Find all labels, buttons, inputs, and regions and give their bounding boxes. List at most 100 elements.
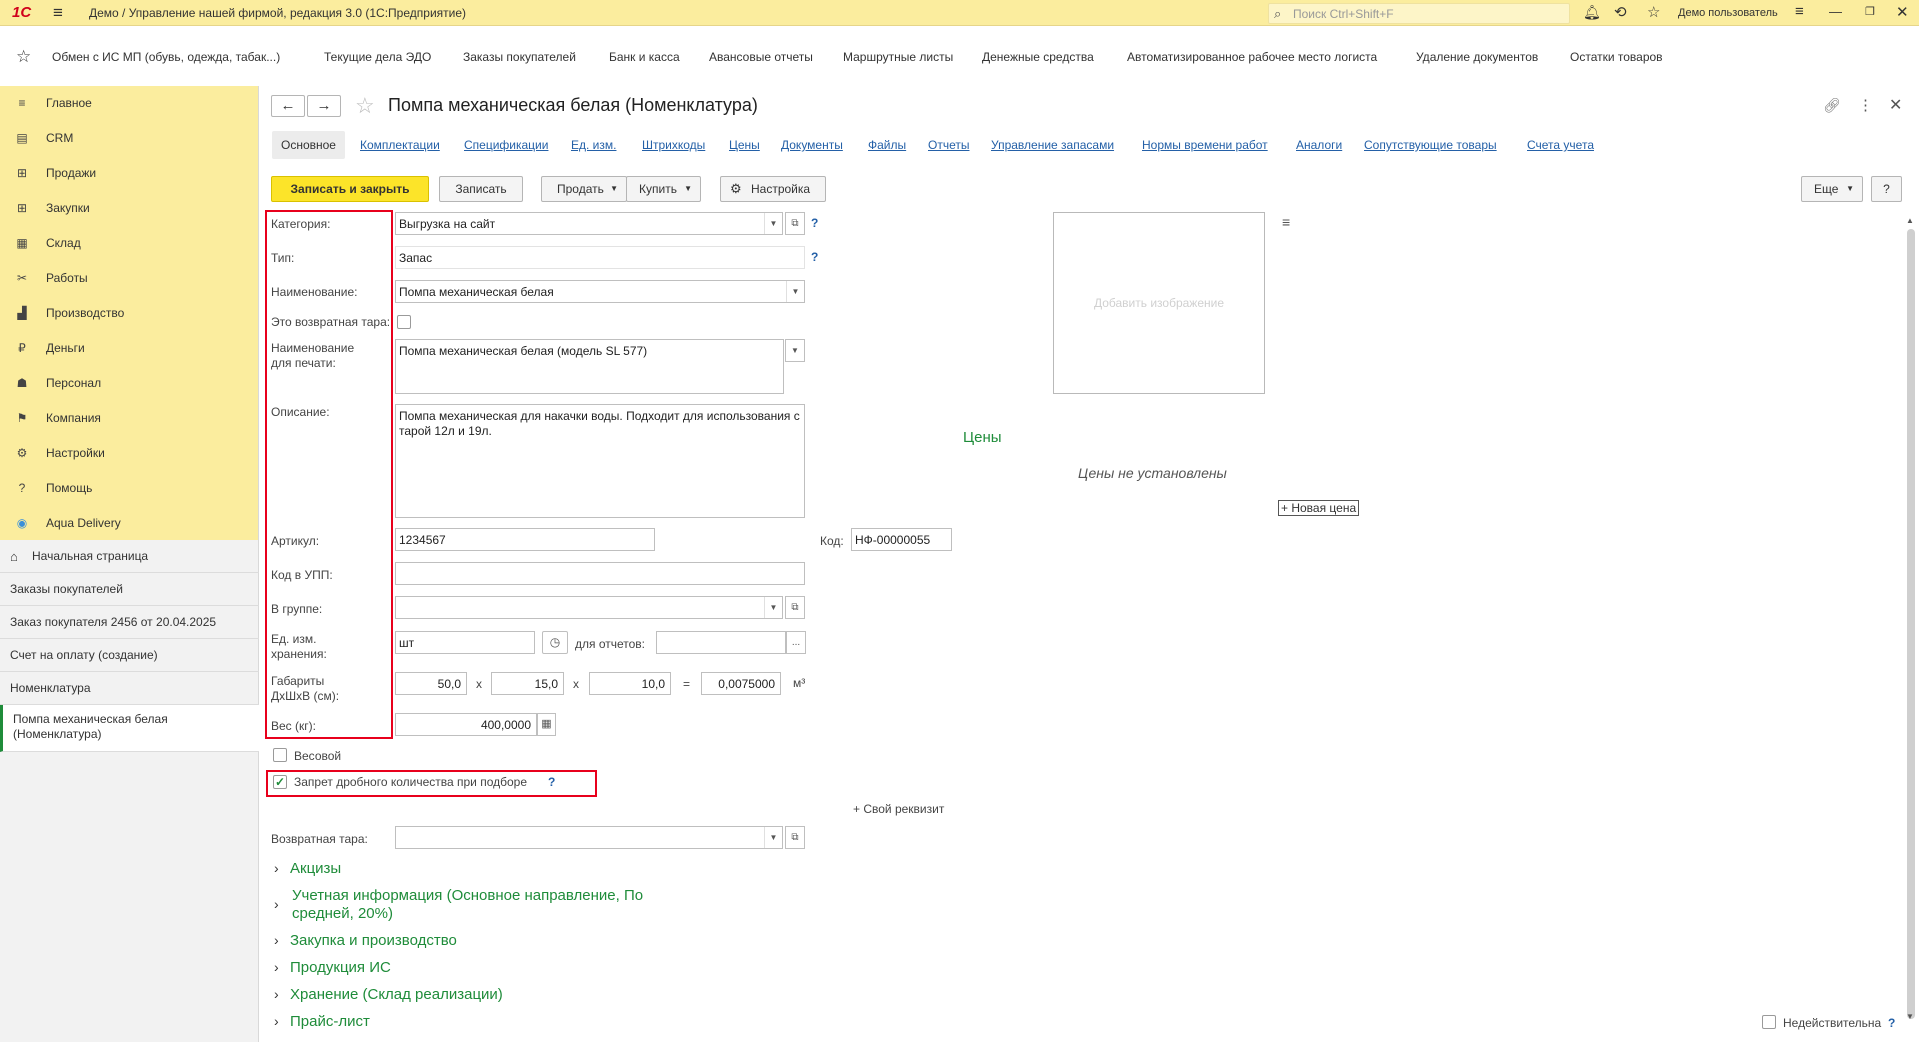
tab-accounts[interactable]: Счета учета: [1527, 138, 1594, 152]
fav-item[interactable]: Авансовые отчеты: [709, 50, 813, 64]
inactive-checkbox[interactable]: [1762, 1015, 1776, 1029]
name-field[interactable]: Помпа механическая белая ▼: [395, 280, 805, 303]
open-icon[interactable]: ⧉: [785, 596, 805, 619]
help-link[interactable]: ?: [811, 250, 818, 264]
link-icon[interactable]: 🔗︎: [1823, 97, 1841, 114]
save-and-close-button[interactable]: Записать и закрыть: [271, 176, 429, 202]
image-placeholder[interactable]: Добавить изображение: [1053, 212, 1265, 394]
category-field[interactable]: Выгрузка на сайт ▼: [395, 212, 783, 235]
open-item[interactable]: Счет на оплату (создание): [0, 639, 259, 672]
tab-units[interactable]: Ед. изм.: [571, 138, 616, 152]
fav-item[interactable]: Текущие дела ЭДО: [324, 50, 431, 64]
tab-stock-management[interactable]: Управление запасами: [991, 138, 1114, 152]
sidebar-item-sales[interactable]: ⊞ Продажи: [0, 156, 259, 190]
chevron-down-icon[interactable]: ▼: [764, 827, 782, 848]
open-icon[interactable]: ⧉: [785, 212, 805, 235]
returnable-checkbox[interactable]: [397, 315, 411, 329]
open-item[interactable]: Заказы покупателей: [0, 573, 259, 606]
menu-icon[interactable]: ≡: [53, 3, 63, 23]
fav-item[interactable]: Удаление документов: [1416, 50, 1538, 64]
open-item[interactable]: Номенклатура: [0, 672, 259, 705]
chevron-down-icon[interactable]: ▼: [764, 213, 782, 234]
sidebar-item-crm[interactable]: ▤ CRM: [0, 121, 259, 155]
sidebar-item-help[interactable]: ? Помощь: [0, 471, 259, 505]
sidebar-item-aqua-delivery[interactable]: ◉ Aqua Delivery: [0, 506, 259, 540]
minimize-icon[interactable]: —: [1829, 4, 1842, 19]
buy-button[interactable]: Купить ▼: [626, 176, 701, 202]
search-input[interactable]: ⌕ Поиск Ctrl+Shift+F: [1268, 3, 1570, 24]
sidebar-item-settings[interactable]: ⚙ Настройки: [0, 436, 259, 470]
weight-field[interactable]: 400,0000: [395, 713, 537, 736]
tab-analogs[interactable]: Аналоги: [1296, 138, 1342, 152]
section-purchase[interactable]: › Закупка и производство: [274, 932, 457, 949]
description-field[interactable]: Помпа механическая для накачки воды. Под…: [395, 404, 805, 518]
help-button[interactable]: ?: [1871, 176, 1902, 202]
fav-item[interactable]: Обмен с ИС МП (обувь, одежда, табак...): [52, 50, 280, 64]
filter-icon[interactable]: ≡: [1282, 214, 1290, 230]
return-tare-field[interactable]: ▼: [395, 826, 783, 849]
height-field[interactable]: 10,0: [589, 672, 671, 695]
sidebar-item-purchases[interactable]: ⊞ Закупки: [0, 191, 259, 225]
group-field[interactable]: ▼: [395, 596, 783, 619]
code-field[interactable]: НФ-00000055: [851, 528, 952, 551]
scroll-up-icon[interactable]: ▲: [1906, 216, 1914, 225]
fractional-checkbox[interactable]: ✓: [273, 775, 287, 789]
select-button[interactable]: ...: [786, 631, 806, 654]
width-field[interactable]: 15,0: [491, 672, 564, 695]
fav-item[interactable]: Банк и касса: [609, 50, 680, 64]
fav-item[interactable]: Заказы покупателей: [463, 50, 576, 64]
length-field[interactable]: 50,0: [395, 672, 467, 695]
fav-item[interactable]: Остатки товаров: [1570, 50, 1663, 64]
open-icon[interactable]: ⧉: [785, 826, 805, 849]
fav-item[interactable]: Маршрутные листы: [843, 50, 953, 64]
scroll-down-icon[interactable]: ▼: [1906, 1012, 1914, 1021]
weighable-checkbox[interactable]: [273, 748, 287, 762]
tab-main[interactable]: Основное: [272, 131, 345, 159]
save-button[interactable]: Записать: [439, 176, 523, 202]
chevron-down-icon[interactable]: ▼: [786, 281, 804, 302]
print-name-field[interactable]: Помпа механическая белая (модель SL 577): [395, 339, 784, 394]
close-form-icon[interactable]: ✕: [1889, 95, 1902, 115]
chevron-down-icon[interactable]: ▼: [785, 339, 805, 362]
open-item-home[interactable]: ⌂ Начальная страница: [0, 540, 259, 573]
tab-prices[interactable]: Цены: [729, 138, 760, 152]
section-price-list[interactable]: › Прайс-лист: [274, 1013, 370, 1030]
own-attribute-link[interactable]: + Свой реквизит: [853, 802, 944, 816]
sell-button[interactable]: Продать ▼: [541, 176, 627, 202]
settings-menu-icon[interactable]: ≡: [1795, 3, 1804, 20]
help-link[interactable]: ?: [548, 775, 555, 789]
help-link[interactable]: ?: [811, 216, 818, 230]
article-field[interactable]: 1234567: [395, 528, 655, 551]
star-icon[interactable]: ☆: [1647, 3, 1660, 21]
help-link[interactable]: ?: [1888, 1016, 1895, 1030]
history-icon[interactable]: ⟲: [1614, 3, 1627, 21]
sidebar-item-company[interactable]: ⚑ Компания: [0, 401, 259, 435]
back-button[interactable]: ←: [271, 95, 305, 117]
forward-button[interactable]: →: [307, 95, 341, 117]
section-excise[interactable]: › Акцизы: [274, 860, 341, 877]
chevron-down-icon[interactable]: ▼: [764, 597, 782, 618]
tab-kits[interactable]: Комплектации: [360, 138, 440, 152]
sidebar-item-works[interactable]: ✂ Работы: [0, 261, 259, 295]
sidebar-item-money[interactable]: ₽ Деньги: [0, 331, 259, 365]
open-item[interactable]: Заказ покупателя 2456 от 20.04.2025: [0, 606, 259, 639]
more-vertical-icon[interactable]: ⋮: [1858, 96, 1873, 114]
calculator-icon[interactable]: ▦: [537, 713, 556, 736]
restore-icon[interactable]: ❐: [1865, 5, 1875, 18]
close-window-icon[interactable]: ✕: [1896, 3, 1909, 21]
vertical-scrollbar[interactable]: [1907, 229, 1915, 1019]
fav-item[interactable]: Денежные средства: [982, 50, 1094, 64]
tab-work-time[interactable]: Нормы времени работ: [1142, 138, 1268, 152]
tab-related[interactable]: Сопутствующие товары: [1364, 138, 1497, 152]
unit-field[interactable]: шт: [395, 631, 535, 654]
bell-icon[interactable]: 🔔︎: [1583, 4, 1601, 21]
sidebar-item-main[interactable]: ≡ Главное: [0, 86, 259, 120]
tab-specs[interactable]: Спецификации: [464, 138, 548, 152]
sidebar-item-warehouse[interactable]: ▦ Склад: [0, 226, 259, 260]
user-name[interactable]: Демо пользователь: [1678, 7, 1778, 19]
history-icon[interactable]: ◷: [542, 631, 568, 654]
settings-button[interactable]: ⚙ Настройка: [720, 176, 826, 202]
sidebar-item-staff[interactable]: ☗ Персонал: [0, 366, 259, 400]
favorite-star-icon[interactable]: ☆: [355, 93, 375, 119]
tab-files[interactable]: Файлы: [868, 138, 906, 152]
